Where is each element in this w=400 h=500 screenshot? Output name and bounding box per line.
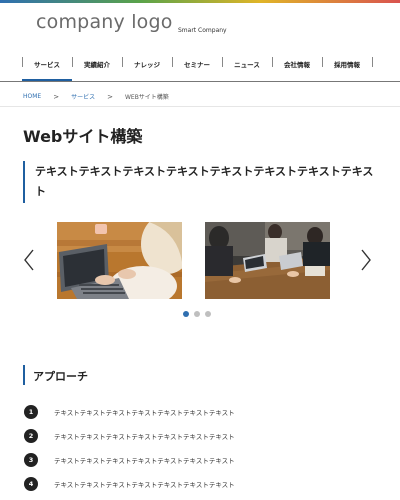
- chevron-right-icon: [361, 249, 371, 271]
- nav-separator: [72, 57, 73, 67]
- step-number-badge: 2: [24, 429, 38, 443]
- nav-separator: [22, 57, 23, 67]
- carousel-prev-button[interactable]: [22, 248, 36, 272]
- breadcrumb-divider: [0, 106, 400, 107]
- carousel-slide-laptop[interactable]: [57, 222, 182, 299]
- carousel-dot[interactable]: [194, 311, 200, 317]
- step-text: テキストテキストテキストテキストテキストテキストテキスト: [54, 457, 235, 465]
- nav-item-label: 実績紹介: [84, 61, 110, 69]
- step-text: テキストテキストテキストテキストテキストテキストテキスト: [54, 409, 235, 417]
- approach-step: 1 テキストテキストテキストテキストテキストテキストテキスト: [24, 405, 235, 419]
- nav-separator: [222, 57, 223, 67]
- nav-item-company[interactable]: 会社情報: [272, 47, 322, 81]
- chevron-left-icon: [24, 249, 34, 271]
- nav-item-label: ニュース: [234, 61, 260, 69]
- nav-item-label: サービス: [34, 61, 60, 69]
- breadcrumb-current: WEBサイト構築: [124, 94, 169, 101]
- nav-separator: [322, 57, 323, 67]
- breadcrumb-service-link[interactable]: サービス: [71, 92, 95, 101]
- nav-item-knowledge[interactable]: ナレッジ: [122, 47, 172, 81]
- brand-color-bar: [0, 0, 400, 3]
- nav-trailing-separator: [372, 47, 400, 81]
- company-tagline: Smart Company: [178, 27, 227, 34]
- nav-item-services[interactable]: サービス: [22, 47, 72, 81]
- nav-separator: [372, 57, 373, 67]
- nav-separator: [272, 57, 273, 67]
- approach-step: 2 テキストテキストテキストテキストテキストテキストテキスト: [24, 429, 235, 443]
- carousel-dot[interactable]: [183, 311, 189, 317]
- nav-item-seminar[interactable]: セミナー: [172, 47, 222, 81]
- step-number-badge: 1: [24, 405, 38, 419]
- approach-heading: アプローチ: [23, 365, 88, 385]
- step-text: テキストテキストテキストテキストテキストテキストテキスト: [54, 433, 235, 441]
- approach-heading-text: アプローチ: [33, 370, 88, 383]
- nav-item-news[interactable]: ニュース: [222, 47, 272, 81]
- carousel-dot[interactable]: [205, 311, 211, 317]
- step-number-badge: 4: [24, 477, 38, 491]
- breadcrumb-separator: >: [53, 92, 60, 101]
- nav-divider: [0, 81, 400, 82]
- approach-step: 3 テキストテキストテキストテキストテキストテキストテキスト: [24, 453, 235, 467]
- nav-item-label: 採用情報: [334, 61, 360, 69]
- breadcrumb: HOME > サービス > WEBサイト構築: [23, 92, 169, 102]
- carousel-next-button[interactable]: [359, 248, 373, 272]
- nav-item-label: 会社情報: [284, 61, 310, 69]
- nav-separator: [122, 57, 123, 67]
- global-nav: サービス 実績紹介 ナレッジ セミナー ニュース 会社情報 採用情報: [22, 47, 400, 81]
- nav-item-label: ナレッジ: [134, 61, 160, 69]
- step-text: テキストテキストテキストテキストテキストテキストテキスト: [54, 481, 235, 489]
- breadcrumb-home-link[interactable]: HOME: [23, 93, 41, 100]
- carousel-slide-meeting[interactable]: [205, 222, 330, 299]
- nav-separator: [172, 57, 173, 67]
- laptop-typing-photo: [57, 222, 182, 299]
- company-logo[interactable]: company logo: [36, 11, 173, 33]
- nav-item-works[interactable]: 実績紹介: [72, 47, 122, 81]
- page-title: Webサイト構築: [23, 127, 143, 146]
- lead-text: テキストテキストテキストテキストテキストテキストテキストテキスト: [35, 165, 374, 198]
- step-number-badge: 3: [24, 453, 38, 467]
- nav-item-recruit[interactable]: 採用情報: [322, 47, 372, 81]
- nav-item-label: セミナー: [184, 61, 210, 69]
- breadcrumb-separator: >: [107, 92, 113, 101]
- lead-block: テキストテキストテキストテキストテキストテキストテキストテキスト: [23, 161, 379, 203]
- carousel-pagination: [183, 311, 211, 317]
- approach-step: 4 テキストテキストテキストテキストテキストテキストテキスト: [24, 477, 235, 491]
- team-meeting-photo: [205, 222, 330, 299]
